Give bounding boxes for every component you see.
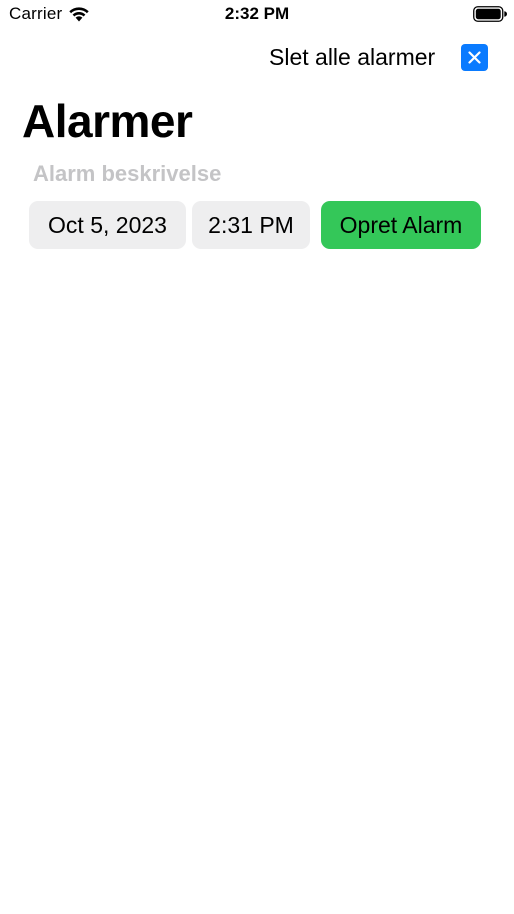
date-picker[interactable]: Oct 5, 2023 <box>29 201 186 249</box>
date-picker-value: Oct 5, 2023 <box>48 211 167 238</box>
close-icon <box>468 51 481 64</box>
delete-all-button[interactable] <box>461 44 488 71</box>
create-alarm-label: Opret Alarm <box>339 211 463 238</box>
status-bar: Carrier 2:32 PM <box>0 0 514 30</box>
status-time: 2:32 PM <box>224 4 290 23</box>
page-title: Alarmer <box>22 95 193 147</box>
time-picker-value: 2:31 PM <box>208 211 294 238</box>
create-alarm-button[interactable]: Opret Alarm <box>321 201 481 249</box>
alarm-description-input[interactable] <box>33 158 473 190</box>
delete-all-alarms-label[interactable]: Slet alle alarmer <box>269 44 435 71</box>
alarm-screen: Carrier 2:32 PM Slet alle alarmer Alarme… <box>0 0 514 914</box>
battery-icon <box>473 6 507 22</box>
time-picker[interactable]: 2:31 PM <box>192 201 310 249</box>
